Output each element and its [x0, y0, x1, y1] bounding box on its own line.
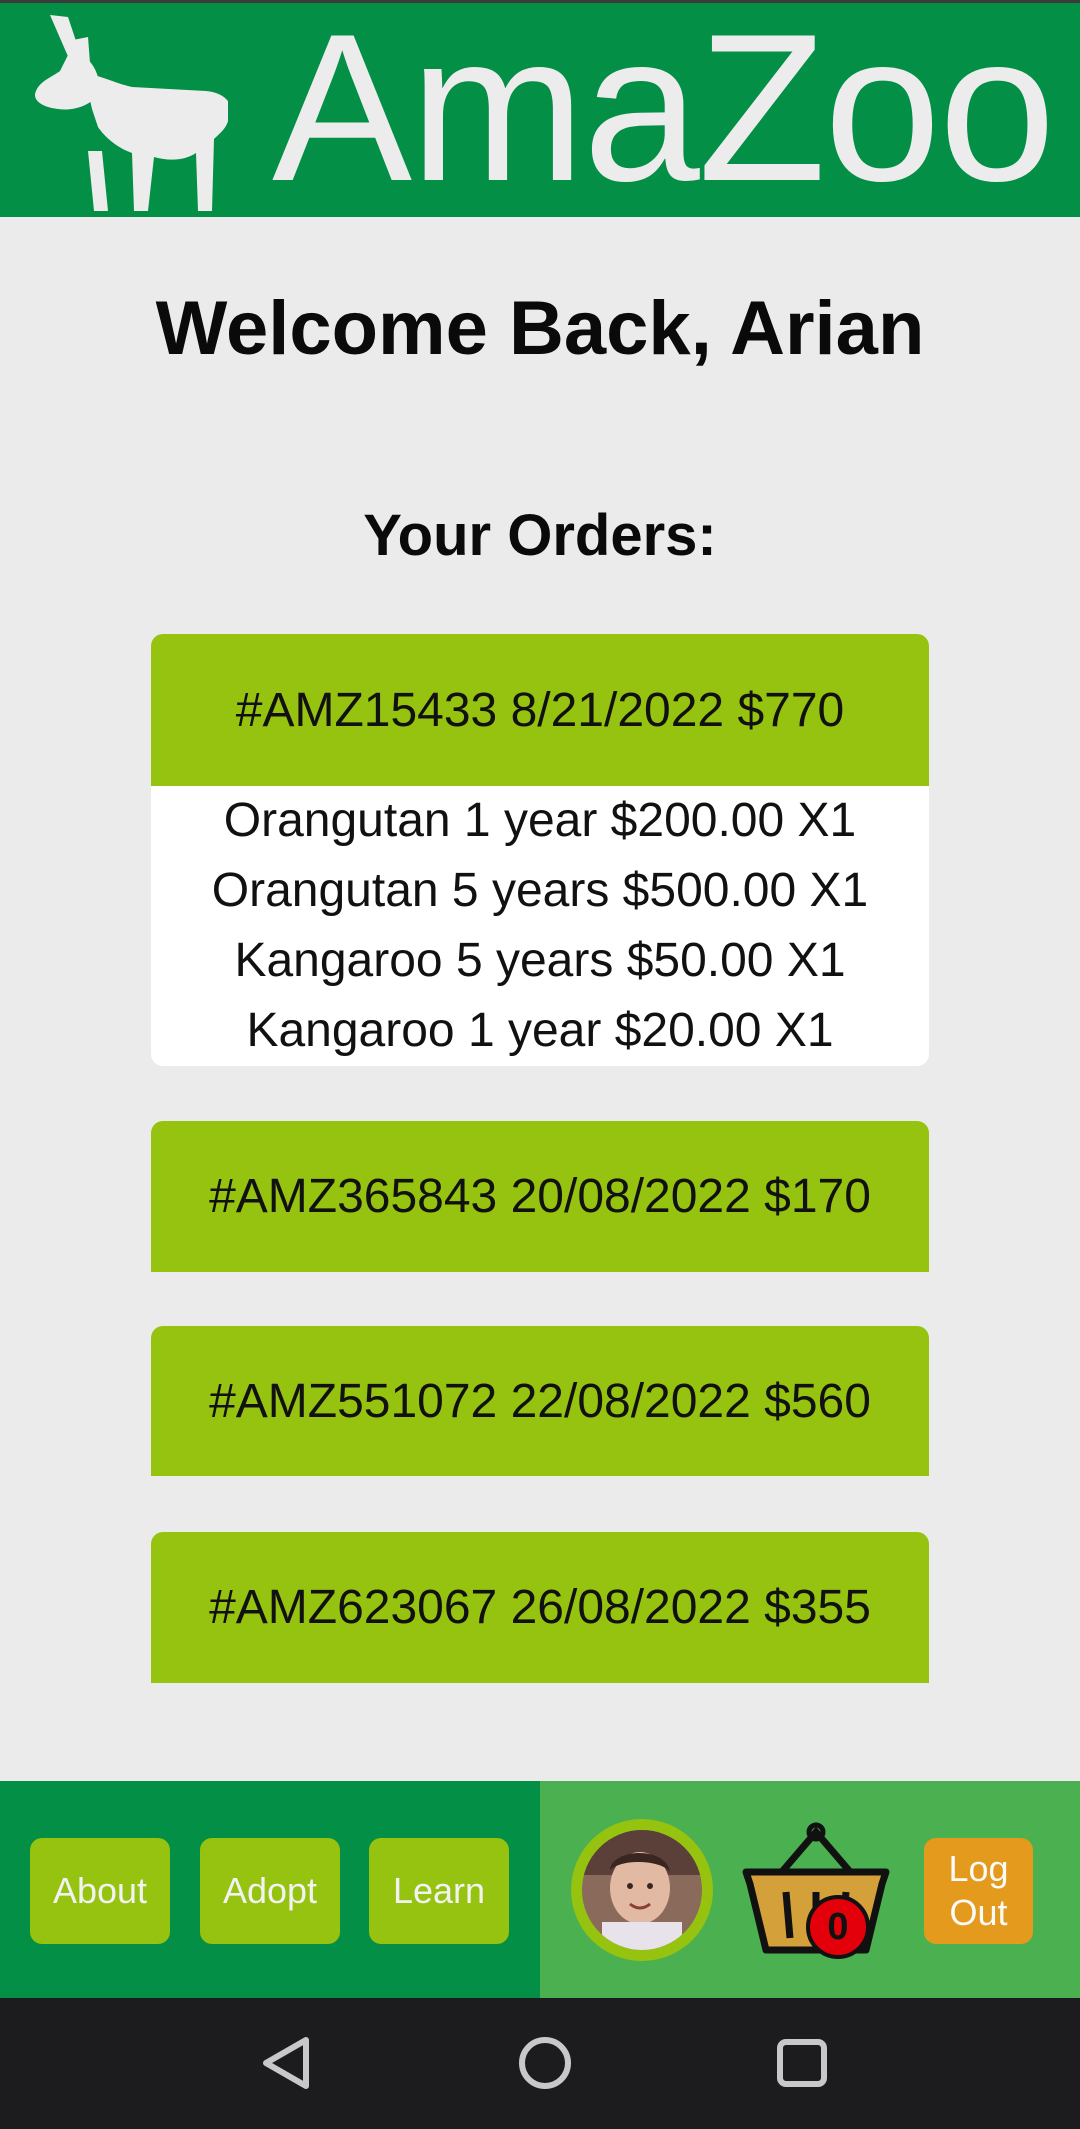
learn-button[interactable]: Learn	[369, 1838, 509, 1944]
system-navigation-bar	[0, 1998, 1080, 2129]
order-item: Orangutan 5 years $500.00 X1	[211, 864, 869, 917]
cart-count-badge: 0	[806, 1895, 870, 1959]
back-icon[interactable]	[248, 2028, 328, 2098]
logout-button[interactable]: Log Out	[924, 1838, 1033, 1944]
order-header[interactable]: #AMZ623067 26/08/2022 $355	[151, 1532, 929, 1683]
order-header[interactable]: #AMZ365843 20/08/2022 $170	[151, 1121, 929, 1272]
avatar-photo	[582, 1830, 702, 1950]
order-item: Kangaroo 1 year $20.00 X1	[246, 1004, 834, 1057]
order-item: Orangutan 1 year $200.00 X1	[223, 794, 857, 847]
donkey-logo-icon	[34, 15, 228, 211]
order-header[interactable]: #AMZ551072 22/08/2022 $560	[151, 1326, 929, 1476]
order-item: Kangaroo 5 years $50.00 X1	[234, 934, 846, 987]
user-avatar[interactable]	[571, 1819, 713, 1961]
app-brand-title: AmaZoo	[272, 3, 1056, 217]
orders-heading: Your Orders:	[363, 503, 717, 568]
order-summary: #AMZ15433 8/21/2022 $770	[235, 683, 845, 737]
app-header: AmaZoo	[0, 3, 1080, 217]
order-details: Orangutan 1 year $200.00 X1 Orangutan 5 …	[151, 786, 929, 1066]
order-summary: #AMZ623067 26/08/2022 $355	[209, 1581, 871, 1634]
order-summary: #AMZ365843 20/08/2022 $170	[209, 1170, 871, 1223]
logout-label-line2: Out	[949, 1892, 1008, 1933]
recents-icon[interactable]	[762, 2028, 842, 2098]
order-summary: #AMZ551072 22/08/2022 $560	[209, 1374, 871, 1428]
adopt-button[interactable]: Adopt	[200, 1838, 340, 1944]
about-button[interactable]: About	[30, 1838, 170, 1944]
home-icon[interactable]	[505, 2028, 585, 2098]
order-header[interactable]: #AMZ15433 8/21/2022 $770	[151, 634, 929, 786]
logout-label-line1: Log	[948, 1848, 1009, 1889]
welcome-heading: Welcome Back, Arian	[155, 286, 925, 371]
